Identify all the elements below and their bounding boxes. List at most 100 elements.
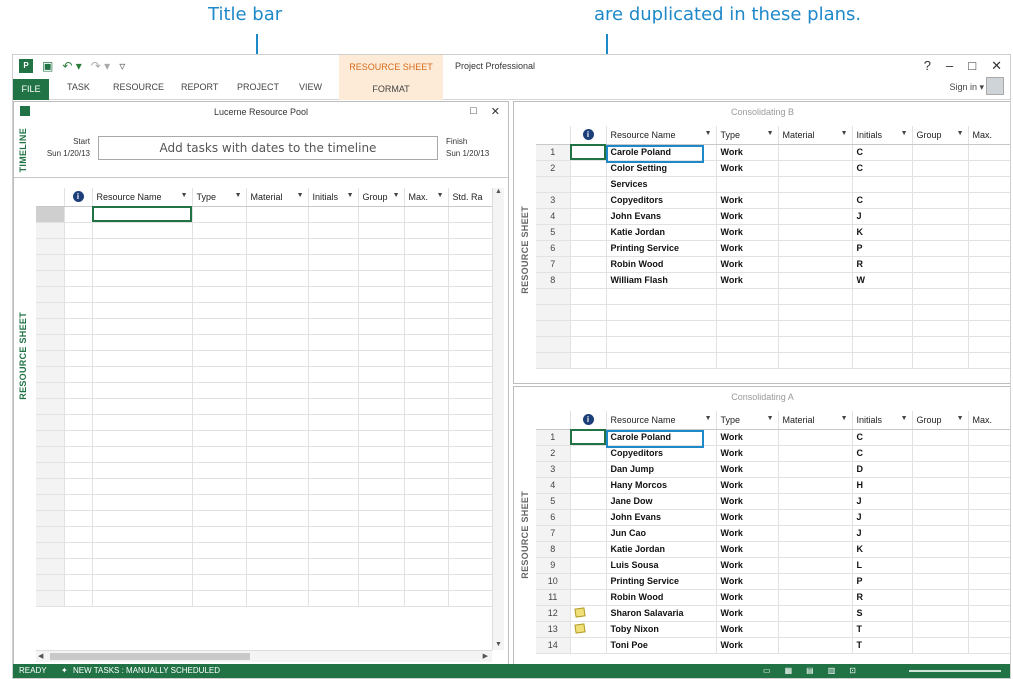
- std-rate-cell[interactable]: [448, 430, 493, 447]
- resource-name-cell[interactable]: [92, 366, 193, 383]
- resource-name-cell[interactable]: Dan Jump: [606, 461, 717, 478]
- indicator-cell[interactable]: [64, 446, 93, 463]
- max-cell[interactable]: [968, 208, 1010, 225]
- group-cell[interactable]: [912, 525, 969, 542]
- row-id-cell[interactable]: [36, 206, 65, 223]
- material-cell[interactable]: [246, 398, 309, 415]
- row-id-cell[interactable]: [36, 318, 65, 335]
- group-cell[interactable]: [912, 493, 969, 510]
- table-row[interactable]: [36, 510, 493, 527]
- material-cell[interactable]: [778, 557, 853, 574]
- indicator-cell[interactable]: [64, 270, 93, 287]
- resource-name-cell[interactable]: Toni Poe: [606, 637, 717, 654]
- indicator-cell[interactable]: [570, 621, 607, 638]
- initials-cell[interactable]: T: [852, 637, 913, 654]
- indicator-cell[interactable]: [64, 494, 93, 511]
- indicator-cell[interactable]: [64, 222, 93, 239]
- resource-grid[interactable]: i Resource Name ▼ Type ▼ Material ▼ Initial…: [36, 188, 493, 607]
- indicator-cell[interactable]: [64, 430, 93, 447]
- table-row[interactable]: 9 Luis Sousa Work L: [536, 557, 1010, 574]
- group-cell[interactable]: [912, 336, 969, 353]
- material-cell[interactable]: [778, 144, 853, 161]
- resource-name-cell[interactable]: [92, 334, 193, 351]
- group-cell[interactable]: [358, 382, 405, 399]
- resource-name-cell[interactable]: [92, 462, 193, 479]
- material-cell[interactable]: [778, 477, 853, 494]
- row-id-cell[interactable]: 3: [536, 192, 571, 209]
- timeline[interactable]: TIMELINE Start Sun 1/20/13 Add tasks wit…: [14, 122, 508, 178]
- max-cell[interactable]: [404, 446, 449, 463]
- initials-cell[interactable]: R: [852, 589, 913, 606]
- group-cell[interactable]: [912, 240, 969, 257]
- group-cell[interactable]: [358, 366, 405, 383]
- row-id-cell[interactable]: 7: [536, 256, 571, 273]
- task-mode-status[interactable]: NEW TASKS : MANUALLY SCHEDULED: [73, 664, 220, 678]
- close-icon[interactable]: ✕: [991, 58, 1002, 74]
- row-id-cell[interactable]: 1: [536, 429, 571, 446]
- group-cell[interactable]: [358, 302, 405, 319]
- scroll-right-icon[interactable]: ▶: [483, 652, 488, 660]
- resource-name-cell[interactable]: [92, 350, 193, 367]
- material-cell[interactable]: [246, 590, 309, 607]
- initials-cell[interactable]: [308, 238, 359, 255]
- row-id-cell[interactable]: 10: [536, 573, 571, 590]
- material-cell[interactable]: [778, 288, 853, 305]
- max-cell[interactable]: [404, 254, 449, 271]
- initials-cell[interactable]: [852, 320, 913, 337]
- sign-in-link[interactable]: Sign in ▾: [949, 82, 984, 93]
- indicator-cell[interactable]: [570, 240, 607, 257]
- group-cell[interactable]: [358, 494, 405, 511]
- group-cell[interactable]: [912, 208, 969, 225]
- group-cell[interactable]: [358, 478, 405, 495]
- table-row[interactable]: [36, 366, 493, 383]
- resource-name-cell[interactable]: [92, 526, 193, 543]
- resource-name-cell[interactable]: Sharon Salavaria: [606, 605, 717, 622]
- std-rate-cell[interactable]: [448, 494, 493, 511]
- type-cell[interactable]: [716, 304, 779, 321]
- row-id-cell[interactable]: [36, 382, 65, 399]
- indicator-cell[interactable]: [570, 525, 607, 542]
- indicator-cell[interactable]: [570, 272, 607, 289]
- material-cell[interactable]: [778, 224, 853, 241]
- material-cell[interactable]: [778, 637, 853, 654]
- column-header[interactable]: Max. ▼: [404, 188, 449, 207]
- initials-cell[interactable]: [852, 288, 913, 305]
- table-row[interactable]: 12 Sharon Salavaria Work S: [536, 605, 1010, 622]
- indicator-cell[interactable]: [64, 398, 93, 415]
- group-cell[interactable]: [912, 477, 969, 494]
- table-row[interactable]: [36, 574, 493, 591]
- group-cell[interactable]: [358, 350, 405, 367]
- column-header[interactable]: Type ▼: [192, 188, 247, 207]
- std-rate-cell[interactable]: [448, 366, 493, 383]
- indicator-cell[interactable]: [64, 574, 93, 591]
- material-cell[interactable]: [778, 541, 853, 558]
- std-rate-cell[interactable]: [448, 270, 493, 287]
- material-cell[interactable]: [778, 573, 853, 590]
- table-row[interactable]: [36, 558, 493, 575]
- max-cell[interactable]: [968, 320, 1010, 337]
- initials-cell[interactable]: [308, 574, 359, 591]
- material-cell[interactable]: [246, 574, 309, 591]
- row-id-cell[interactable]: 8: [536, 541, 571, 558]
- column-header[interactable]: Resource Name ▼: [606, 126, 717, 145]
- type-cell[interactable]: [192, 446, 247, 463]
- type-cell[interactable]: [192, 542, 247, 559]
- std-rate-cell[interactable]: [448, 574, 493, 591]
- group-cell[interactable]: [358, 286, 405, 303]
- table-row[interactable]: 3 Copyeditors Work C: [536, 192, 1010, 209]
- resource-name-cell[interactable]: [92, 206, 193, 223]
- indicator-cell[interactable]: [570, 445, 607, 462]
- max-cell[interactable]: [404, 366, 449, 383]
- type-cell[interactable]: [192, 494, 247, 511]
- group-cell[interactable]: [358, 574, 405, 591]
- type-cell[interactable]: [192, 430, 247, 447]
- std-rate-cell[interactable]: [448, 590, 493, 607]
- table-row[interactable]: 6 Printing Service Work P: [536, 240, 1010, 257]
- tab-report[interactable]: REPORT: [181, 82, 218, 92]
- gantt-icon[interactable]: ▦: [785, 666, 807, 675]
- material-cell[interactable]: [246, 526, 309, 543]
- resource-name-cell[interactable]: Robin Wood: [606, 589, 717, 606]
- initials-cell[interactable]: H: [852, 477, 913, 494]
- table-row[interactable]: [36, 446, 493, 463]
- max-cell[interactable]: [404, 334, 449, 351]
